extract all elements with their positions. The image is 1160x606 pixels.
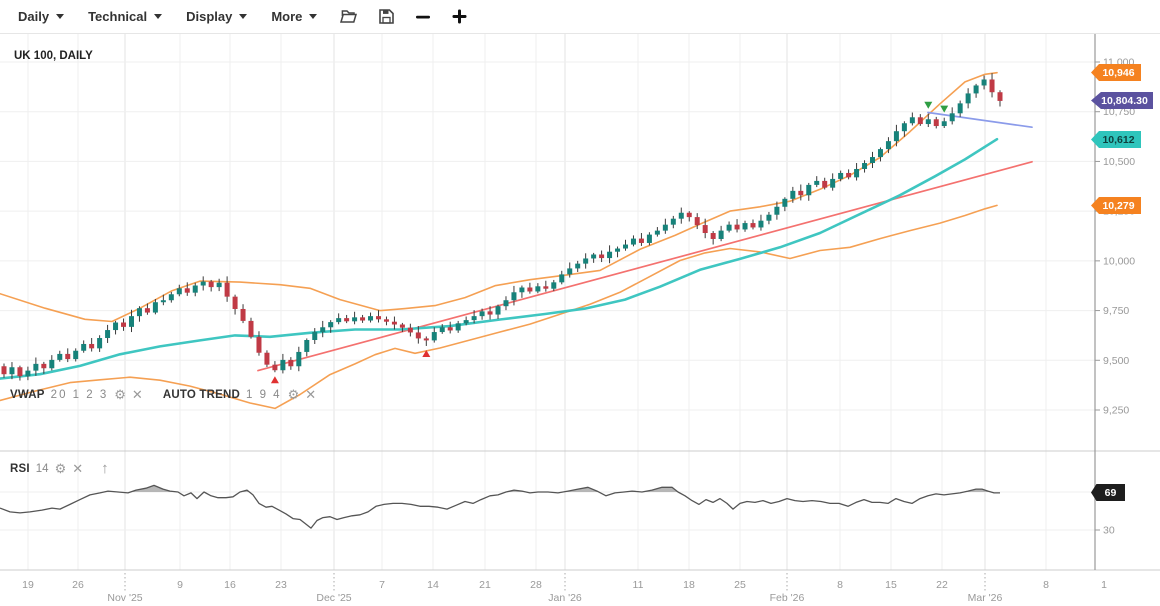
technical-menu-button[interactable]: Technical bbox=[78, 3, 172, 30]
display-menu-button[interactable]: Display bbox=[176, 3, 257, 30]
minus-icon bbox=[415, 9, 431, 25]
overlay-indicators-row: VWAP 20 1 2 3 ⚙ ✕ AUTO TREND 1 9 4 ⚙ ✕ bbox=[10, 388, 316, 401]
svg-text:21: 21 bbox=[479, 579, 491, 591]
svg-text:8: 8 bbox=[1043, 579, 1049, 591]
save-icon bbox=[378, 8, 395, 25]
autotrend-indicator-label: AUTO TREND bbox=[163, 389, 240, 401]
svg-text:30: 30 bbox=[1103, 525, 1115, 537]
svg-text:Dec '25: Dec '25 bbox=[316, 592, 351, 604]
gear-icon[interactable]: ⚙ bbox=[288, 388, 300, 401]
svg-text:Feb '26: Feb '26 bbox=[770, 592, 805, 604]
buy-signal-marker bbox=[271, 376, 279, 383]
technical-menu-label: Technical bbox=[88, 9, 147, 24]
svg-text:Jan '26: Jan '26 bbox=[548, 592, 582, 604]
svg-text:10,000: 10,000 bbox=[1103, 255, 1135, 267]
svg-text:28: 28 bbox=[530, 579, 542, 591]
autotrend-indicator-params: 1 9 4 bbox=[246, 389, 282, 401]
svg-text:Nov '25: Nov '25 bbox=[107, 592, 142, 604]
open-layout-button[interactable] bbox=[331, 4, 366, 29]
svg-text:19: 19 bbox=[22, 579, 34, 591]
interval-menu-label: Daily bbox=[18, 9, 49, 24]
more-menu-button[interactable]: More bbox=[261, 3, 327, 30]
rsi-value-badge: 69 bbox=[1091, 484, 1125, 501]
price-level-badge: 10,279 bbox=[1091, 197, 1141, 214]
interval-menu-button[interactable]: Daily bbox=[8, 3, 74, 30]
rsi-indicator-params: 14 bbox=[36, 463, 49, 475]
svg-text:18: 18 bbox=[683, 579, 695, 591]
rsi-indicator-label: RSI bbox=[10, 463, 30, 475]
plus-icon bbox=[451, 8, 468, 25]
svg-text:10,500: 10,500 bbox=[1103, 156, 1135, 168]
svg-text:7: 7 bbox=[379, 579, 385, 591]
svg-text:9: 9 bbox=[177, 579, 183, 591]
svg-text:9,250: 9,250 bbox=[1103, 405, 1129, 417]
svg-text:8: 8 bbox=[837, 579, 843, 591]
price-level-badge: 10,612 bbox=[1091, 131, 1141, 148]
svg-text:15: 15 bbox=[885, 579, 897, 591]
sell-signal-marker bbox=[924, 102, 932, 109]
close-icon[interactable]: ✕ bbox=[305, 388, 316, 401]
vwap-indicator-label: VWAP bbox=[10, 389, 45, 401]
svg-text:9,500: 9,500 bbox=[1103, 355, 1129, 367]
gear-icon[interactable]: ⚙ bbox=[55, 462, 67, 475]
svg-text:22: 22 bbox=[936, 579, 948, 591]
zoom-in-button[interactable] bbox=[443, 4, 476, 29]
svg-text:9,750: 9,750 bbox=[1103, 305, 1129, 317]
svg-text:14: 14 bbox=[427, 579, 439, 591]
price-chart-canvas[interactable]: 11,00010,75010,50010,25010,0009,7509,500… bbox=[0, 0, 1160, 606]
more-menu-label: More bbox=[271, 9, 302, 24]
svg-text:11: 11 bbox=[633, 579, 644, 591]
gear-icon[interactable]: ⚙ bbox=[114, 388, 126, 401]
chevron-down-icon bbox=[239, 14, 247, 19]
svg-text:23: 23 bbox=[275, 579, 287, 591]
svg-text:26: 26 bbox=[72, 579, 84, 591]
chevron-down-icon bbox=[56, 14, 64, 19]
save-layout-button[interactable] bbox=[370, 4, 403, 29]
price-level-badge: 10,804.30 bbox=[1091, 92, 1153, 109]
move-pane-up-icon[interactable]: ↑ bbox=[101, 461, 109, 476]
close-icon[interactable]: ✕ bbox=[72, 462, 83, 475]
chevron-down-icon bbox=[154, 14, 162, 19]
svg-text:16: 16 bbox=[224, 579, 236, 591]
folder-open-icon bbox=[339, 8, 358, 25]
price-level-badge: 10,946 bbox=[1091, 64, 1141, 81]
svg-text:25: 25 bbox=[734, 579, 746, 591]
rsi-indicator-row: RSI 14 ⚙ ✕ ↑ bbox=[10, 461, 109, 476]
instrument-title: UK 100, DAILY bbox=[14, 50, 93, 62]
close-icon[interactable]: ✕ bbox=[132, 388, 143, 401]
svg-text:1: 1 bbox=[1101, 579, 1107, 591]
display-menu-label: Display bbox=[186, 9, 232, 24]
vwap-indicator-params: 20 1 2 3 bbox=[51, 389, 109, 401]
zoom-out-button[interactable] bbox=[407, 5, 439, 29]
chart-toolbar: Daily Technical Display More bbox=[0, 0, 1160, 34]
chevron-down-icon bbox=[309, 14, 317, 19]
svg-text:Mar '26: Mar '26 bbox=[968, 592, 1003, 604]
